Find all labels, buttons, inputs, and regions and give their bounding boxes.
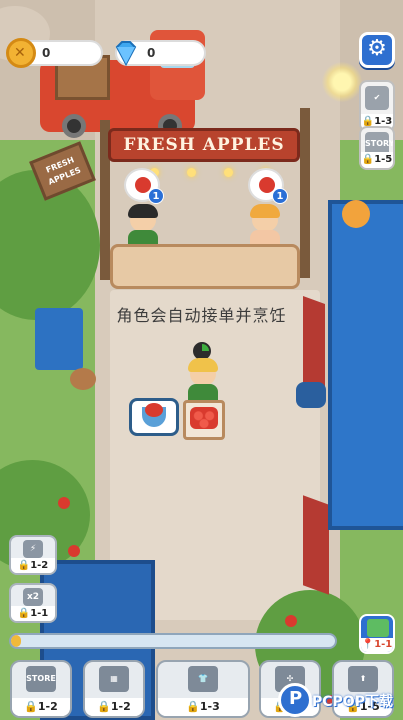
dog — [70, 368, 96, 390]
tasks-button[interactable]: ✔ 🔒1-3 — [359, 80, 395, 132]
fence — [303, 495, 329, 595]
map-level: 📍1-1 — [361, 638, 393, 652]
banner-post-right — [300, 108, 310, 278]
level-text: 1-2 — [37, 700, 58, 713]
character-hair — [250, 204, 280, 218]
level-text: 1-3 — [199, 700, 220, 713]
customer-boy[interactable] — [126, 204, 160, 248]
map-button[interactable]: 📍1-1 — [359, 614, 395, 654]
truck-wheel — [62, 114, 86, 138]
level-text: 1-2 — [110, 700, 131, 713]
unlock-level: 🔒1-2 — [85, 698, 143, 716]
cat — [342, 200, 370, 228]
checklist-icon: ✔ — [365, 86, 389, 110]
energy-button[interactable]: ⚡ 🔒1-2 — [9, 535, 57, 575]
battery-icon: ⚡ — [23, 540, 43, 558]
light-bulb — [224, 168, 233, 177]
character-hair — [188, 358, 218, 372]
gear-icon: ⚙ — [367, 36, 387, 61]
worker-character — [186, 358, 220, 402]
coin-value: 0 — [42, 46, 51, 60]
order-count: 1 — [272, 188, 288, 204]
apple-on-tree — [285, 615, 297, 627]
apple-pile-icon — [190, 407, 218, 429]
street-lamp-glow — [322, 62, 362, 102]
game-scene: FRESH APPLES FRESH APPLES 1 1 角色会自动接单并烹饪 — [0, 0, 403, 720]
unlock-level: 🔒1-2 — [11, 558, 55, 573]
map-icon — [367, 619, 389, 637]
customer-girl[interactable] — [248, 204, 282, 248]
stool — [296, 382, 326, 408]
gem-icon — [111, 38, 141, 68]
unlock-level: 🔒1-5 — [361, 152, 393, 168]
level-text: 1-5 — [374, 154, 393, 165]
light-bulb — [187, 168, 196, 177]
coin-counter: 0 — [6, 38, 103, 68]
apple-on-tree — [68, 545, 80, 557]
progress-fill — [11, 635, 21, 647]
blue-building — [328, 200, 403, 530]
gem-counter: 0 — [115, 40, 206, 67]
service-counter — [110, 244, 300, 289]
apple-on-tree — [58, 497, 70, 509]
level-text: 1-1 — [374, 639, 393, 650]
level-progress-bar — [9, 633, 337, 649]
unlock-level: 🔒1-3 — [158, 698, 248, 716]
coin-icon — [6, 38, 36, 68]
doghouse — [35, 308, 83, 370]
shop-banner: FRESH APPLES — [108, 128, 300, 162]
machine-icon: ▦ — [99, 666, 129, 692]
order-bubble[interactable]: 1 — [124, 168, 164, 204]
unlock-level: 🔒1-1 — [11, 606, 55, 621]
apple-basket-station[interactable] — [129, 398, 179, 436]
story-button[interactable]: STORY 🔒1-5 — [359, 126, 395, 170]
store-button[interactable]: STORE 🔒1-2 — [10, 660, 72, 718]
machine-button[interactable]: ▦ 🔒1-2 — [83, 660, 145, 718]
double-speed-button[interactable]: x2 🔒1-1 — [9, 583, 57, 623]
shirt-icon: 👕 — [188, 666, 218, 692]
character-hair — [128, 204, 158, 218]
double-speed-icon: x2 — [23, 588, 43, 606]
apple-crate-station[interactable] — [183, 400, 225, 440]
gem-value: 0 — [147, 46, 156, 60]
watermark-logo-icon — [278, 683, 312, 717]
order-bubble[interactable]: 1 — [248, 168, 288, 204]
site-watermark: PCPOP下载 — [278, 683, 403, 717]
level-text: 1-1 — [30, 608, 49, 619]
apple-icon — [145, 403, 163, 417]
order-count: 1 — [148, 188, 164, 204]
watermark-text: PCPOP下载 — [312, 694, 393, 710]
store-icon: STORE — [26, 666, 56, 692]
outfit-button[interactable]: 👕 🔒1-3 — [156, 660, 250, 718]
settings-button[interactable]: ⚙ — [359, 32, 395, 68]
level-text: 1-2 — [30, 560, 49, 571]
unlock-level: 🔒1-2 — [12, 698, 70, 716]
